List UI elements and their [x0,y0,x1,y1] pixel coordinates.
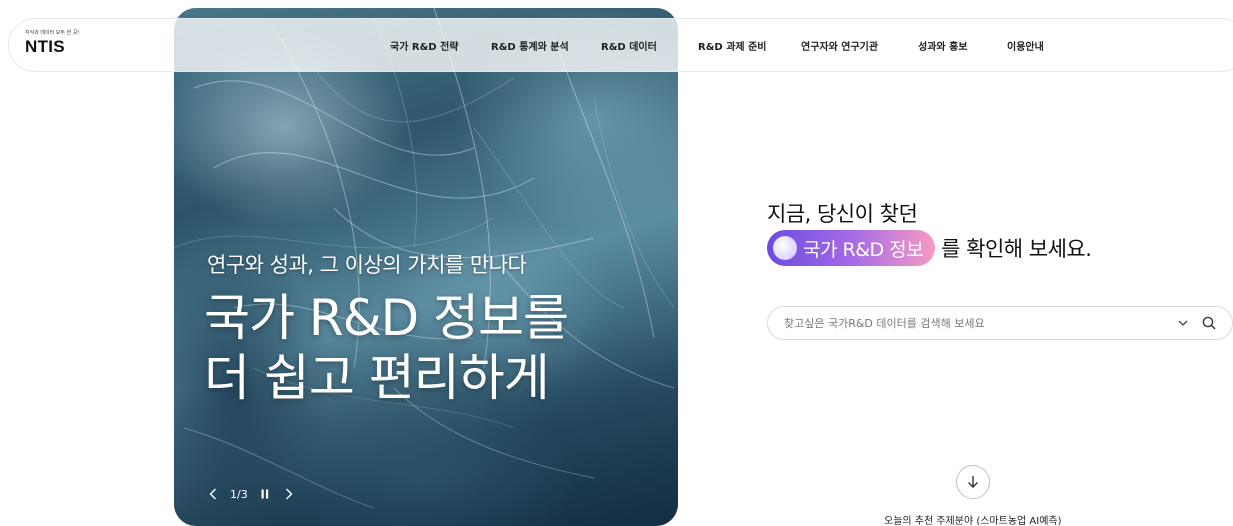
pill-dot-icon [773,236,797,260]
hero-title: 국가 R&D 정보를 더 쉽고 편리하게 [204,288,569,408]
highlight-text: 국가 R&D 정보 [803,238,924,261]
highlight-pill: 국가 R&D 정보 [767,230,936,266]
scroll-down-button[interactable] [956,465,990,499]
search-icon[interactable] [1200,314,1218,332]
nav-item-researchers[interactable]: 연구자와 연구기관 [801,38,878,53]
nav-item-results-promotion[interactable]: 성과와 홍보 [918,38,967,53]
hero-banner: 연구와 성과, 그 이상의 가치를 만나다 국가 R&D 정보를 더 쉽고 편리… [174,8,678,526]
top-header: 지식과 데이터 모두 한 곳! NTIS 국가 R&D 전략 R&D 통계와 분… [8,18,1233,72]
chevron-left-icon[interactable] [206,486,220,502]
pause-icon[interactable] [258,486,272,502]
hero-title-line2: 더 쉽고 편리하게 [204,349,550,407]
nav-item-rnd-task-prep[interactable]: R&D 과제 준비 [698,38,767,53]
slide-pager: 1/3 [206,486,296,502]
lead-line1: 지금, 당신이 찾던 [767,202,918,226]
hero-subtitle: 연구와 성과, 그 이상의 가치를 만나다 [207,253,527,277]
lead-line2-rest: 를 확인해 보세요. [941,237,1092,261]
main-nav: 국가 R&D 전략 R&D 통계와 분석 R&D 데이터 R&D 과제 준비 연… [9,19,1233,73]
chevron-right-icon[interactable] [282,486,296,502]
nav-item-rnd-strategy[interactable]: 국가 R&D 전략 [390,38,459,53]
chevron-down-icon[interactable] [1174,314,1192,332]
lead-line2: 국가 R&D 정보 를 확인해 보세요. [767,230,1092,266]
search-bar [767,306,1233,340]
nav-item-rnd-statistics[interactable]: R&D 통계와 분석 [491,38,569,53]
recommend-text[interactable]: 오늘의 추천 주제분야 (스마트농업 AI예측) [884,512,1062,526]
slide-counter: 1/3 [230,487,248,501]
hero-title-line1: 국가 R&D 정보를 [204,289,569,347]
nav-item-rnd-data[interactable]: R&D 데이터 [601,38,657,53]
arrow-down-icon [968,476,978,488]
search-input[interactable] [784,316,1174,330]
nav-item-guide[interactable]: 이용안내 [1007,38,1044,53]
